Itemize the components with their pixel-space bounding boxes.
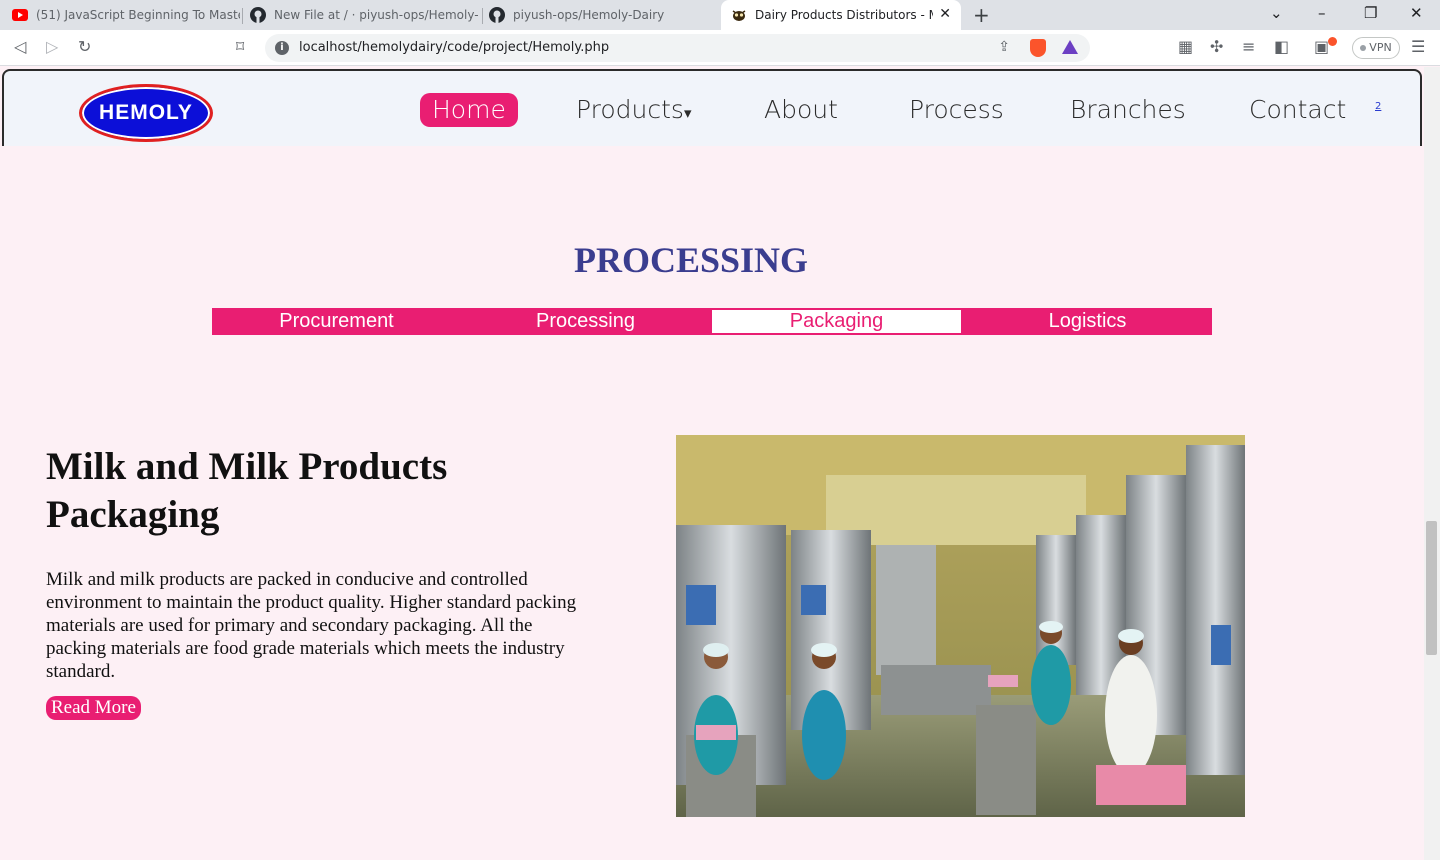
nav-home[interactable]: Home (420, 93, 518, 127)
menu-icon[interactable]: ☰ (1411, 37, 1425, 57)
content-paragraph: Milk and milk products are packed in con… (46, 569, 577, 682)
cow-icon (731, 7, 747, 23)
logo-text: HEMOLY (99, 101, 193, 124)
notification-dot (1328, 37, 1337, 46)
site-info-icon[interactable]: i (275, 41, 289, 55)
playlist-icon[interactable]: ≡ (1242, 37, 1255, 57)
address-bar[interactable]: i localhost/hemolydairy/code/project/Hem… (265, 34, 1090, 62)
close-tab-icon[interactable]: ✕ (939, 6, 951, 22)
vpn-button[interactable]: VPN (1352, 37, 1400, 59)
url-text: localhost/hemolydairy/code/project/Hemol… (299, 40, 610, 55)
browser-tab-strip: (51) JavaScript Beginning To Mastery C N… (0, 0, 1440, 30)
hemoly-logo[interactable]: HEMOLY (79, 84, 213, 142)
tab-divider (242, 8, 243, 24)
close-window-icon[interactable]: ✕ (1410, 4, 1423, 22)
nav-products-label: Products (576, 95, 684, 124)
section-title: PROCESSING (573, 240, 809, 280)
github-icon (250, 7, 266, 23)
sidebar-icon[interactable]: ◧ (1274, 37, 1289, 57)
vpn-status-dot (1360, 45, 1367, 51)
browser-tab-active[interactable]: Dairy Products Distributors - Milk ✕ (721, 0, 961, 30)
user-link[interactable]: 2 (1375, 101, 1381, 112)
site-navbar: HEMOLY Home Products▾ About Process Bran… (2, 69, 1422, 146)
tab-processing[interactable]: Processing (461, 308, 710, 335)
scrollbar-thumb[interactable] (1426, 521, 1437, 655)
nav-products[interactable]: Products▾ (576, 93, 691, 130)
nav-branches[interactable]: Branches (1070, 93, 1186, 127)
vpn-label: VPN (1369, 41, 1392, 54)
extension-icon[interactable]: ▦ (1178, 37, 1193, 57)
tab-search-icon[interactable]: ⌄ (1270, 4, 1283, 22)
back-icon[interactable]: ◁ (14, 37, 26, 57)
nav-process[interactable]: Process (909, 93, 1004, 127)
tab-divider (482, 8, 483, 24)
content-heading: Milk and Milk Products Packaging (46, 445, 448, 536)
tab-title: Dairy Products Distributors - Milk (755, 8, 933, 22)
brave-rewards-icon[interactable] (1062, 40, 1078, 54)
page-viewport: HEMOLY Home Products▾ About Process Bran… (0, 67, 1424, 860)
tab-title: (51) JavaScript Beginning To Mastery C (36, 8, 240, 22)
packaging-plant-photo (676, 435, 1245, 817)
browser-tab-github-repo[interactable]: piyush-ops/Hemoly-Dairy (489, 0, 717, 30)
puzzle-icon[interactable]: ✣ (1210, 37, 1223, 57)
brave-shields-icon[interactable] (1030, 39, 1046, 57)
github-icon (489, 7, 505, 23)
bookmark-icon[interactable]: ⌑ (236, 37, 244, 57)
forward-icon[interactable]: ▷ (46, 37, 58, 57)
wallet-icon[interactable]: ▣ (1314, 37, 1329, 57)
tab-title: piyush-ops/Hemoly-Dairy (513, 8, 665, 22)
new-tab-icon[interactable]: + (973, 3, 990, 27)
reload-icon[interactable]: ↻ (78, 37, 91, 57)
browser-tab-github-new-file[interactable]: New File at / · piyush-ops/Hemoly-Dai (250, 0, 478, 30)
share-icon[interactable]: ⇪ (998, 39, 1010, 55)
browser-tab-youtube[interactable]: (51) JavaScript Beginning To Mastery C (12, 0, 240, 30)
caret-down-icon: ▾ (683, 104, 692, 122)
tab-procurement[interactable]: Procurement (212, 308, 461, 335)
nav-about[interactable]: About (764, 93, 838, 127)
packaging-plant-illustration (676, 435, 1245, 817)
tab-packaging[interactable]: Packaging (712, 310, 961, 333)
restore-icon[interactable]: ❐ (1364, 4, 1377, 22)
process-tabs: Procurement Processing Packaging Logisti… (212, 308, 1212, 335)
nav-contact[interactable]: Contact (1249, 93, 1346, 127)
page-scrollbar[interactable] (1424, 67, 1440, 860)
browser-toolbar: ◁ ▷ ↻ ⌑ i localhost/hemolydairy/code/pro… (0, 30, 1440, 66)
youtube-icon (12, 7, 28, 23)
minimize-icon[interactable]: – (1318, 4, 1326, 22)
tab-logistics[interactable]: Logistics (963, 308, 1212, 335)
tab-title: New File at / · piyush-ops/Hemoly-Dai (274, 8, 478, 22)
read-more-button[interactable]: Read More (46, 696, 141, 720)
